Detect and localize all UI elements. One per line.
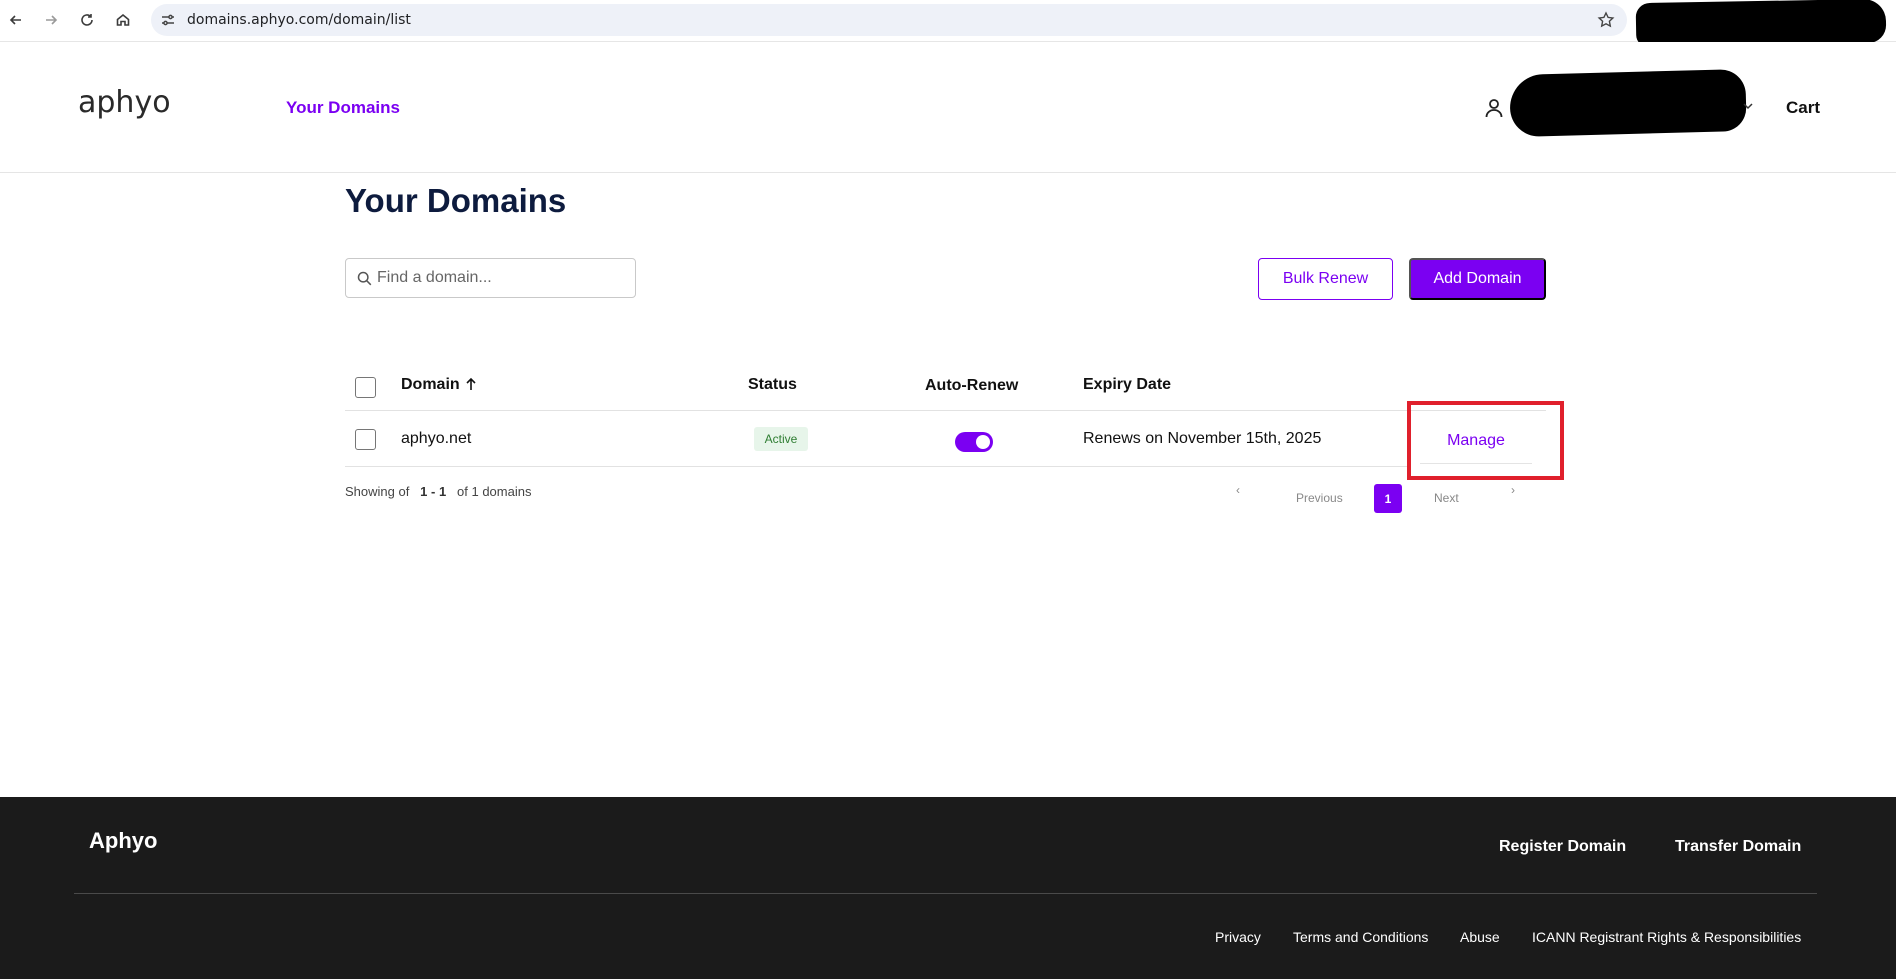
browser-menu-icon[interactable]: ⋮ [1888, 10, 1896, 32]
prev-arrow-icon[interactable]: ‹ [1236, 483, 1240, 497]
browser-toolbar: domains.aphyo.com/domain/list ⋮ [0, 0, 1896, 48]
domain-name[interactable]: aphyo.net [401, 430, 471, 448]
icann-rights-link[interactable]: ICANN Registrant Rights & Responsibiliti… [1532, 929, 1801, 945]
reload-icon[interactable] [75, 8, 99, 32]
status-badge: Active [754, 427, 808, 451]
bookmark-star-icon[interactable] [1597, 11, 1615, 29]
highlight-box [1407, 401, 1564, 480]
url-text[interactable]: domains.aphyo.com/domain/list [187, 12, 411, 28]
column-header-domain-label: Domain [401, 376, 460, 393]
svg-text:aphyo: aphyo [78, 85, 171, 120]
site-settings-icon[interactable] [160, 12, 176, 28]
column-header-auto-renew: Auto-Renew [925, 377, 1019, 394]
site-footer: Aphyo Register Domain Transfer Domain Pr… [0, 797, 1896, 979]
auto-renew-toggle[interactable] [955, 432, 993, 452]
showing-total: of 1 domains [457, 484, 532, 499]
footer-brand[interactable]: Aphyo [89, 828, 157, 854]
showing-range: 1 - 1 [420, 484, 447, 499]
redacted-account-name[interactable] [1509, 68, 1747, 138]
column-header-domain[interactable]: Domain [401, 376, 478, 394]
search-input[interactable] [377, 265, 627, 291]
previous-page-button[interactable]: Previous [1296, 491, 1343, 505]
sort-ascending-icon[interactable] [464, 376, 478, 392]
user-icon[interactable] [1483, 97, 1505, 119]
bulk-renew-button[interactable]: Bulk Renew [1258, 258, 1393, 300]
home-icon[interactable] [111, 8, 135, 32]
expiry-date: Renews on November 15th, 2025 [1083, 430, 1322, 447]
transfer-domain-link[interactable]: Transfer Domain [1675, 838, 1801, 856]
cart-link[interactable]: Cart [1786, 98, 1820, 118]
forward-arrow-icon[interactable] [39, 8, 63, 32]
register-domain-link[interactable]: Register Domain [1499, 838, 1626, 856]
terms-link[interactable]: Terms and Conditions [1293, 929, 1428, 945]
select-all-checkbox[interactable] [355, 377, 376, 398]
abuse-link[interactable]: Abuse [1460, 929, 1500, 945]
next-page-button[interactable]: Next [1434, 491, 1459, 505]
add-domain-button[interactable]: Add Domain [1409, 258, 1546, 300]
showing-prefix: Showing of [345, 484, 410, 499]
back-arrow-icon[interactable] [4, 8, 28, 32]
footer-divider [74, 893, 1817, 894]
address-bar[interactable]: domains.aphyo.com/domain/list [151, 4, 1627, 36]
domain-search[interactable] [345, 258, 636, 298]
search-icon [357, 271, 372, 286]
results-summary: Showing of 1 - 1 of 1 domains [345, 484, 531, 499]
next-arrow-icon[interactable]: › [1511, 483, 1515, 497]
page-1-button[interactable]: 1 [1374, 484, 1402, 513]
nav-your-domains[interactable]: Your Domains [286, 98, 400, 118]
site-header: aphyo Your Domains Cart [0, 42, 1896, 173]
privacy-link[interactable]: Privacy [1215, 929, 1261, 945]
page-title: Your Domains [345, 182, 567, 219]
aphyo-logo[interactable]: aphyo [78, 82, 228, 138]
chevron-down-icon[interactable] [1742, 100, 1754, 112]
header-divider [345, 410, 1546, 411]
redacted-profile-area [1635, 0, 1887, 48]
column-header-status: Status [748, 376, 797, 393]
row-divider [345, 466, 1407, 467]
column-header-expiry: Expiry Date [1083, 376, 1172, 393]
toggle-knob [976, 435, 990, 449]
row-checkbox[interactable] [355, 429, 376, 450]
